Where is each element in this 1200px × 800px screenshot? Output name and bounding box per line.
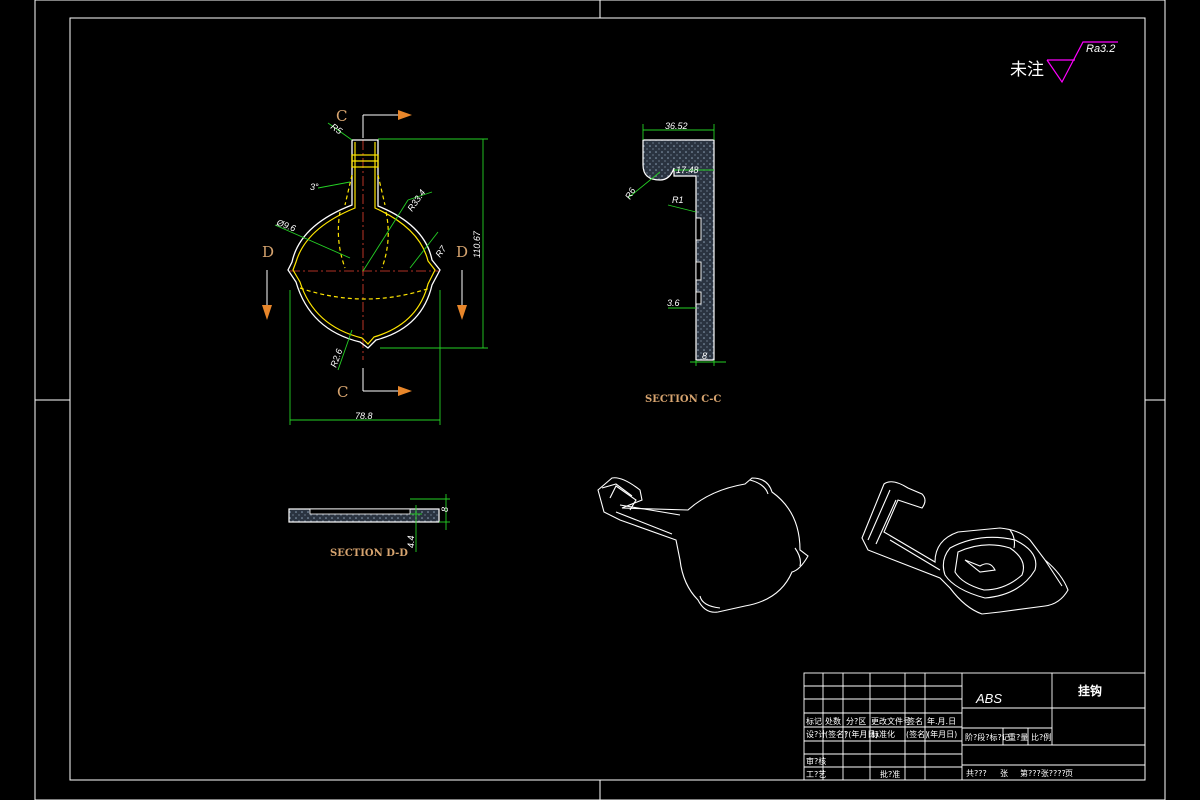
cc-dim-r1: R1	[672, 195, 684, 205]
tb-scale-label: 比?例	[1031, 732, 1051, 742]
tb-label: 标记	[806, 716, 822, 726]
section-letter-d-right: D	[456, 243, 468, 261]
dim-r334: R33.4	[405, 188, 427, 213]
cc-dim-width: 36.52	[665, 121, 688, 131]
dim-r7: R7	[433, 243, 448, 259]
section-cc-label: SECTION C-C	[645, 394, 721, 405]
tb-page-suffix: 页	[1065, 769, 1073, 778]
tb-stage-label: 阶?段?标?记	[965, 732, 1010, 742]
tb-weight-label: 重?量	[1008, 732, 1028, 742]
tb-label: 更改文件号	[871, 716, 911, 726]
section-letter-c-bottom: C	[337, 383, 348, 401]
tb-label: 工?艺	[806, 770, 826, 779]
tb-page-label: 第???张????	[1020, 768, 1066, 778]
main-view: C C D D 78.8 110.67 R33.4 R7 R2.6 Ø9.6 3…	[262, 107, 488, 425]
arrow-icon	[262, 305, 272, 320]
part-outline	[287, 139, 441, 349]
cc-dim-t8: 8	[702, 351, 707, 361]
cc-dim-t36: 3.6	[667, 298, 680, 308]
tb-sheet-label: 张	[1000, 769, 1008, 778]
tb-label: (年月日)	[927, 729, 957, 739]
tb-label: 签名	[907, 716, 923, 726]
sheet-border	[34, 0, 1166, 800]
tb-label: 分?区	[846, 717, 866, 726]
surface-note-text: 未注	[1010, 60, 1044, 79]
part-name-text: 挂钩	[1078, 683, 1102, 698]
tb-label: 处数	[825, 716, 841, 726]
tb-label: 审?核	[806, 756, 826, 766]
tb-label: 年.月.日	[927, 716, 956, 726]
isometric-view-left	[597, 477, 809, 613]
cc-dim-inner: 17.48	[676, 165, 699, 175]
dim-width: 78.8	[355, 411, 373, 421]
tb-label: 批?准	[880, 769, 900, 779]
title-block: ABS 挂钩 标记 处数 分?区 更改文件号 签名 年.月.日 设?计 (签名)…	[803, 672, 1146, 781]
drawing-sheet: 未注 Ra3.2 C C D D 78.8 110.67 R33.4 R7 R2…	[34, 0, 1166, 800]
isometric-view-right	[861, 481, 1069, 615]
arrow-icon	[398, 110, 412, 120]
roughness-value: Ra3.2	[1086, 43, 1115, 55]
tb-total-label: 共???	[966, 769, 987, 778]
tb-label: 设?计	[806, 729, 826, 739]
part-inner-lines	[292, 142, 436, 345]
section-dd-dims	[410, 494, 450, 552]
section-letter-c-top: C	[336, 107, 347, 125]
tb-label: 标准化	[871, 729, 895, 739]
tb-label: (签名)	[906, 729, 928, 739]
dd-dim-8: 8	[440, 507, 450, 512]
section-dd-view: 8 4.4 SECTION D-D	[288, 494, 450, 559]
arrow-icon	[398, 386, 412, 396]
roughness-annotation: 未注 Ra3.2	[1010, 41, 1118, 84]
dim-angle: 3°	[310, 182, 319, 192]
arrow-icon	[457, 305, 467, 320]
section-letter-d-left: D	[262, 243, 274, 261]
dim-height: 110.67	[472, 230, 482, 258]
dim-diameter: Ø9.6	[274, 217, 297, 233]
dimension-lines	[274, 122, 488, 425]
material-text: ABS	[975, 691, 1002, 706]
dd-dim-44: 4.4	[406, 535, 416, 548]
cc-dim-r6: R6	[623, 186, 637, 201]
section-cc-view: 36.52 17.48 R6 R1 3.6 8 SECTION C-C	[623, 121, 726, 405]
section-dd-label: SECTION D-D	[330, 548, 408, 559]
